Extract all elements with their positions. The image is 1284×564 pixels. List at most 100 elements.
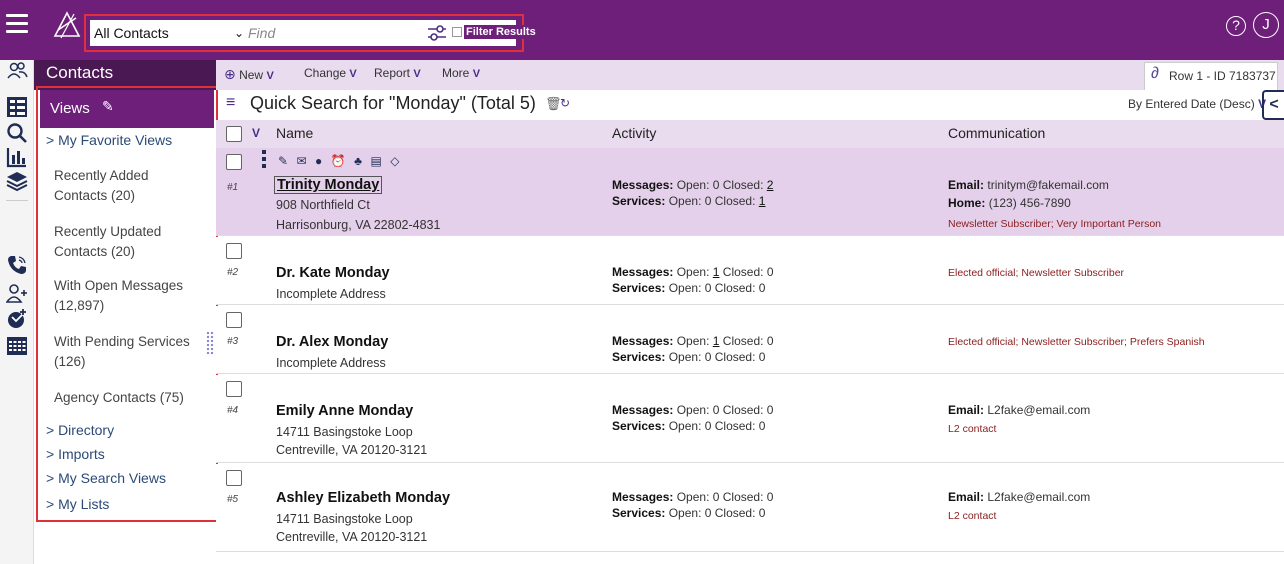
contact-name-link[interactable]: Trinity Monday (274, 176, 383, 194)
mail-icon[interactable]: ✉ (297, 154, 307, 168)
contact-name[interactable]: Emily Anne Monday (276, 403, 413, 419)
row-number: #2 (227, 267, 239, 278)
search-icon[interactable] (6, 122, 28, 144)
home-value[interactable]: (123) 456-7890 (989, 196, 1071, 210)
contact-tags: Newsletter Subscriber; Very Important Pe… (948, 218, 1162, 230)
services-summary: Services: Open: 0 Closed: 0 (612, 506, 765, 520)
new-button[interactable]: ⊕ New V (224, 66, 274, 83)
add-message-icon[interactable]: ● (315, 154, 322, 168)
services-text: Open: 0 Closed: 0 (668, 350, 766, 364)
edit-pencil-icon[interactable]: ✎ (278, 154, 288, 168)
row-actions: ✎ ✉ ● ⏰ ♣ ▤ ◇ (278, 152, 404, 170)
row-checkbox[interactable] (226, 381, 242, 397)
view-pending-services[interactable]: With Pending Services (126) (54, 332, 204, 372)
table-row[interactable]: #2 Dr. Kate Monday Incomplete Address Me… (216, 237, 1284, 305)
table-row[interactable]: #5 Ashley Elizabeth Monday 14711 Basings… (216, 464, 1284, 552)
contact-tags: Elected official; Newsletter Subscriber;… (948, 336, 1205, 348)
hamburger-menu-icon[interactable] (6, 14, 28, 36)
report-button[interactable]: Report V (374, 66, 421, 80)
column-communication[interactable]: Communication (948, 125, 1045, 141)
table-row[interactable]: #4 Emily Anne Monday 14711 Basingstoke L… (216, 375, 1284, 463)
refresh-icon[interactable]: ↻ (560, 96, 570, 110)
filter-lines-icon[interactable]: ≡ (226, 94, 235, 112)
panel-resize-handle[interactable] (206, 331, 214, 355)
contact-name[interactable]: Ashley Elizabeth Monday (276, 490, 450, 506)
messages-prefix: Messages: (612, 334, 674, 348)
view-agency-contacts[interactable]: Agency Contacts (75) (54, 388, 204, 408)
contact-name[interactable]: Dr. Kate Monday (276, 265, 390, 281)
services-closed-link[interactable]: 1 (759, 194, 766, 208)
select-all-checkbox[interactable] (226, 126, 242, 142)
app-logo-icon[interactable] (52, 10, 82, 42)
more-button[interactable]: More V (442, 66, 480, 80)
new-label: New (239, 68, 264, 82)
row-checkbox[interactable] (226, 243, 242, 259)
page-title: Quick Search for "Monday" (Total 5) (250, 93, 536, 113)
view-recently-updated[interactable]: Recently Updated Contacts (20) (54, 222, 204, 262)
services-summary: Services: Open: 0 Closed: 0 (612, 419, 765, 433)
column-name[interactable]: Name (276, 125, 313, 141)
email-line: Email: L2fake@email.com (948, 403, 1090, 417)
chevron-down-icon: V (349, 68, 357, 80)
directory-link[interactable]: > Directory (46, 422, 114, 438)
address-line-1: 908 Northfield Ct (276, 198, 370, 212)
contact-tags: L2 contact (948, 423, 997, 435)
layers-icon[interactable] (6, 170, 28, 192)
messages-closed-link[interactable]: 2 (767, 178, 774, 192)
find-input[interactable] (248, 22, 418, 44)
my-favorite-views-link[interactable]: > My Favorite Views (46, 132, 172, 148)
column-activity[interactable]: Activity (612, 125, 656, 141)
contact-name[interactable]: Dr. Alex Monday (276, 334, 388, 350)
alarm-clock-icon[interactable]: ⏰ (331, 154, 346, 168)
messages-open-link[interactable]: 1 (713, 334, 720, 348)
row-checkbox[interactable] (226, 312, 242, 328)
row-checkbox[interactable] (226, 154, 242, 170)
table-row[interactable]: ✎ ✉ ● ⏰ ♣ ▤ ◇ #1 Trinity Monday 908 Nort… (216, 148, 1284, 236)
collapse-panel-button[interactable]: < (1262, 90, 1284, 120)
row-number: #1 (227, 182, 239, 193)
imports-link[interactable]: > Imports (46, 446, 105, 462)
calendar-icon[interactable] (6, 334, 28, 356)
view-recently-added[interactable]: Recently Added Contacts (20) (54, 166, 204, 206)
messages-text-a: Open: (676, 334, 710, 348)
help-icon[interactable]: ? (1226, 16, 1246, 36)
chevron-down-icon[interactable]: V (252, 126, 260, 140)
record-icon: ∂ (1151, 65, 1159, 82)
messages-open-link[interactable]: 1 (713, 265, 720, 279)
home-phone-line: Home: (123) 456-7890 (948, 196, 1071, 210)
chevron-down-icon[interactable]: ⌄ (234, 24, 246, 42)
calendar-icon[interactable]: ▤ (370, 154, 381, 168)
tag-icon[interactable]: ◇ (390, 154, 399, 168)
reports-icon[interactable] (6, 146, 28, 168)
left-icon-rail (0, 60, 34, 564)
add-person-icon[interactable] (5, 282, 28, 304)
row-checkbox[interactable] (226, 470, 242, 486)
my-lists-link[interactable]: > My Lists (46, 496, 109, 512)
filter-results-label: Filter Results (464, 25, 538, 39)
views-list-icon[interactable] (6, 96, 28, 118)
filter-sliders-icon[interactable] (426, 22, 448, 44)
scope-select[interactable]: All Contacts (94, 24, 232, 42)
add-person-icon[interactable]: ♣ (354, 154, 362, 168)
address-line-1: Incomplete Address (276, 287, 386, 301)
user-avatar[interactable]: J (1253, 12, 1279, 38)
sort-dropdown[interactable]: By Entered Date (Desc) V (1128, 97, 1266, 111)
table-row[interactable]: #3 Dr. Alex Monday Incomplete Address Me… (216, 306, 1284, 374)
address-line-2: Harrisonburg, VA 22802-4831 (276, 218, 441, 232)
email-value[interactable]: trinitym@fakemail.com (987, 178, 1109, 192)
row-id-tab[interactable]: ∂ Row 1 - ID 7183737 (1144, 62, 1278, 90)
change-button[interactable]: Change V (304, 66, 357, 80)
phone-icon[interactable] (6, 254, 28, 276)
my-search-views-link[interactable]: > My Search Views (46, 470, 166, 486)
services-prefix: Services: (612, 281, 666, 295)
edit-views-pencil-icon[interactable]: ✎ (102, 98, 114, 115)
grid-header: V Name Activity Communication (216, 120, 1284, 148)
contacts-icon[interactable] (6, 60, 28, 82)
add-message-icon[interactable] (6, 308, 28, 330)
view-open-messages[interactable]: With Open Messages (12,897) (54, 276, 204, 316)
services-summary: Services: Open: 0 Closed: 1 (612, 194, 765, 208)
kebab-menu-icon[interactable] (262, 150, 266, 168)
filter-results-checkbox[interactable] (452, 27, 462, 37)
email-value[interactable]: L2fake@email.com (987, 490, 1090, 504)
email-value[interactable]: L2fake@email.com (987, 403, 1090, 417)
